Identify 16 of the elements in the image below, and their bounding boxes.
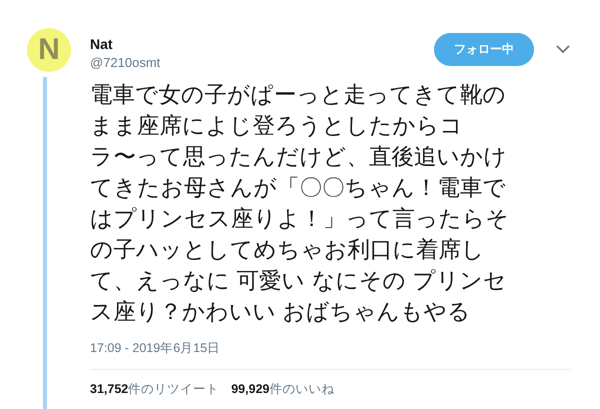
tweet-text-line: はプリンセス座りよ！」って言ったらそ: [90, 205, 509, 234]
tweet-text-line: ラ〜って思ったんだけど、直後追いかけ: [90, 143, 507, 172]
author-handle[interactable]: @7210osmt: [90, 55, 434, 70]
engagement-count[interactable]: 31,752件のリツイート: [90, 381, 220, 398]
tweet-text-line: てきたお母さんが「〇〇ちゃん！電車で: [90, 174, 506, 203]
author-name[interactable]: Nat: [90, 36, 434, 52]
tweet-text-line: の子ハッとしてめちゃお利口に着席し: [90, 236, 484, 265]
tweet-text-line: まま座席によじ登ろうとしたからコ: [90, 112, 463, 141]
chevron-down-icon[interactable]: [556, 45, 570, 54]
engagement-count[interactable]: 99,929件のいいね: [231, 381, 334, 398]
avatar[interactable]: N: [27, 28, 71, 72]
tweet-text-line: て、えっなに 可愛い なにその プリンセ: [90, 267, 506, 296]
tweet-timestamp[interactable]: 17:09 - 2019年6月15日: [90, 340, 570, 370]
follow-button[interactable]: フォロー中: [434, 33, 534, 66]
tweet-text-line: 電車で女の子がぱーっと走ってきて靴の: [90, 81, 506, 110]
tweet-text-line: ス座り？かわいい おばちゃんもやる: [90, 298, 471, 327]
